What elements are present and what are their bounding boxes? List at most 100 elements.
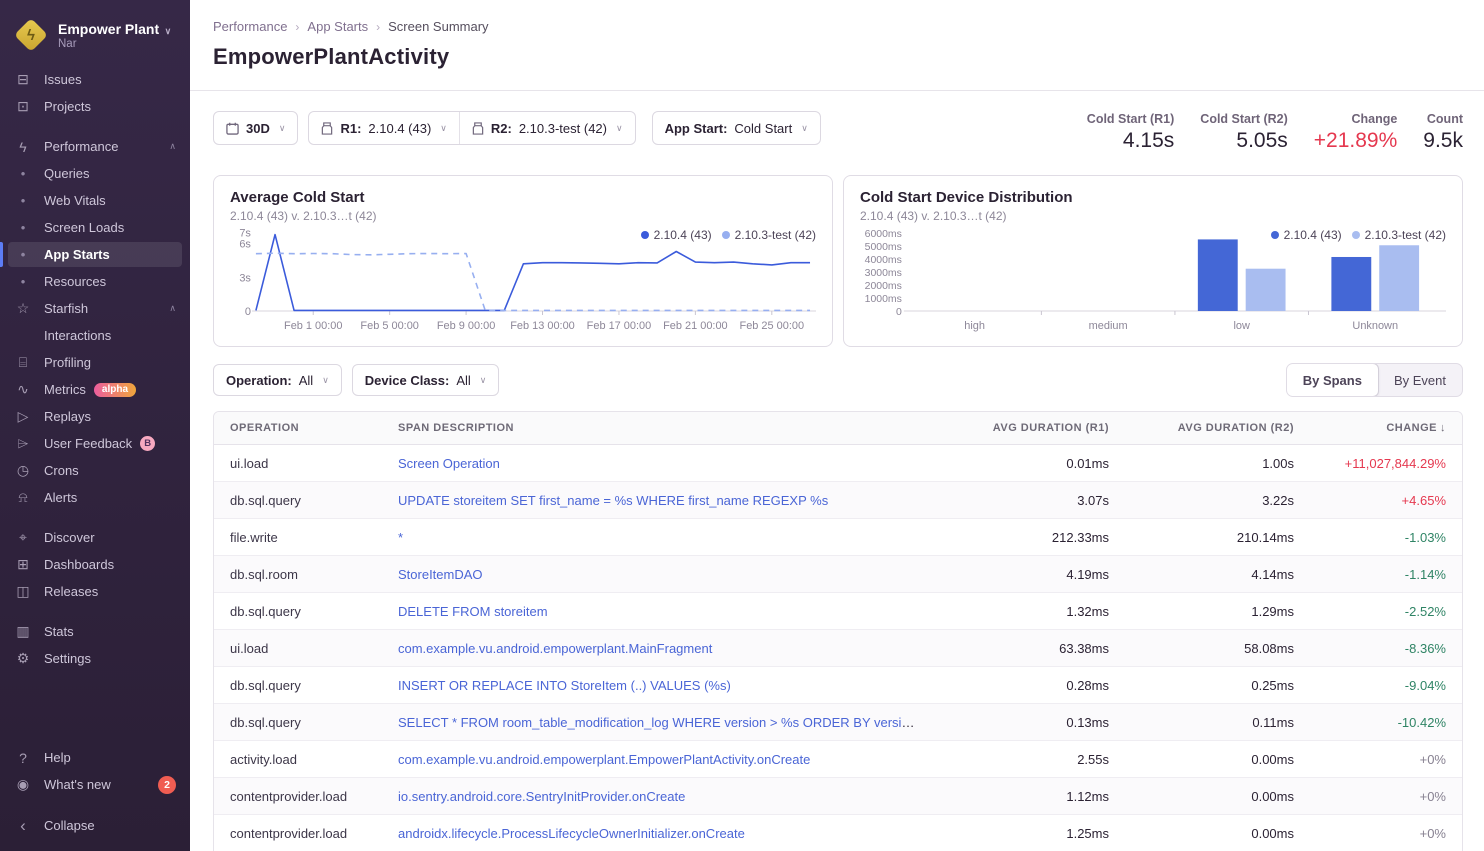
svg-text:low: low [1233, 320, 1250, 332]
table-row: ui.load com.example.vu.android.empowerpla… [214, 629, 1462, 666]
app-start-type-button[interactable]: App Start:Cold Start∨ [652, 111, 821, 145]
legend-item-2-10-3-test-42[interactable]: 2.10.3-test (42) [1352, 228, 1446, 242]
sidebar-item-dashboards[interactable]: ⊞Dashboards [0, 551, 190, 578]
avg-duration-r2-cell: 210.14ms [1125, 519, 1310, 555]
sidebar-item-web-vitals[interactable]: •Web Vitals [0, 187, 190, 214]
sidebar-item-starfish[interactable]: ☆Starfish∧ [0, 295, 190, 322]
svg-text:4000ms: 4000ms [865, 255, 902, 266]
span-description-link[interactable]: SELECT * FROM room_table_modification_lo… [398, 715, 935, 730]
chevron-down-icon: ∨ [480, 375, 487, 386]
span-description-link[interactable]: io.sentry.android.core.SentryInitProvide… [398, 789, 685, 804]
date-range-button[interactable]: 30D∨ [213, 111, 298, 145]
sidebar-item-discover[interactable]: ⌖Discover [0, 524, 190, 551]
org-name: Empower Plant ∨ [58, 21, 171, 37]
chevron-down-icon: ∨ [801, 123, 808, 134]
sidebar-item-queries[interactable]: •Queries [0, 160, 190, 187]
span-filter-row: Operation:All∨ Device Class:All∨ By Span… [213, 363, 1463, 397]
legend-item-2-10-3-test-42[interactable]: 2.10.3-test (42) [722, 228, 816, 242]
crons-icon: ◷ [14, 462, 32, 479]
svg-text:5000ms: 5000ms [865, 242, 902, 253]
column-header-change[interactable]: CHANGE↓ [1310, 412, 1462, 444]
span-description-link[interactable]: Screen Operation [398, 456, 500, 471]
sidebar-item-interactions[interactable]: Interactions [0, 322, 190, 349]
sidebar-item-label: Issues [44, 72, 82, 87]
span-description-link[interactable]: DELETE FROM storeitem [398, 604, 548, 619]
svg-text:Feb 9 00:00: Feb 9 00:00 [437, 320, 495, 332]
span-description-link[interactable]: com.example.vu.android.empowerplant.Empo… [398, 752, 810, 767]
device-class-filter-button[interactable]: Device Class:All∨ [352, 364, 500, 396]
avg-duration-r2-cell: 1.00s [1125, 445, 1310, 481]
svg-text:Feb 1 00:00: Feb 1 00:00 [284, 320, 342, 332]
sidebar-item-crons[interactable]: ◷Crons [0, 457, 190, 484]
content: 30D∨ R1:2.10.4 (43)∨ R2:2.10.3- [190, 91, 1484, 851]
sidebar-item-metrics[interactable]: ∿Metricsalpha [0, 376, 190, 403]
span-description-cell: com.example.vu.android.empowerplant.Main… [382, 630, 935, 666]
org-switcher[interactable]: ϟ Empower Plant ∨ Nar [0, 10, 190, 66]
sidebar-item-settings[interactable]: ⚙Settings [0, 645, 190, 672]
release-r1-button[interactable]: R1:2.10.4 (43)∨ [309, 112, 458, 144]
sidebar-item-screen-loads[interactable]: •Screen Loads [0, 214, 190, 241]
tab-by-event[interactable]: By Event [1378, 364, 1462, 396]
chevron-up-icon: ∧ [169, 303, 176, 314]
operation-filter-button[interactable]: Operation:All∨ [213, 364, 342, 396]
avg-cold-start-chart-card: Average Cold Start 2.10.4 (43) v. 2.10.3… [213, 175, 833, 347]
sidebar-item-issues[interactable]: ⊟ Issues [0, 66, 190, 93]
sidebar-item-label: Screen Loads [44, 220, 124, 235]
legend-item-2-10-4-43[interactable]: 2.10.4 (43) [641, 228, 712, 242]
svg-text:0: 0 [245, 306, 251, 318]
breadcrumb-app-starts[interactable]: App Starts [307, 19, 368, 34]
sidebar-item-app-starts[interactable]: •App Starts [0, 241, 190, 268]
sidebar-item-releases[interactable]: ◫Releases [0, 578, 190, 605]
profiling-icon: ⌸ [14, 354, 32, 371]
stat-value: 5.05s [1200, 129, 1288, 153]
span-description-link[interactable]: androidx.lifecycle.ProcessLifecycleOwner… [398, 826, 745, 841]
breadcrumb-performance[interactable]: Performance [213, 19, 287, 34]
sidebar-item-alerts[interactable]: ⍾Alerts [0, 484, 190, 511]
release-r2-button[interactable]: R2:2.10.3-test (42)∨ [460, 112, 635, 144]
sidebar-item-collapse[interactable]: ‹Collapse [0, 812, 190, 839]
sidebar-item-resources[interactable]: •Resources [0, 268, 190, 295]
avg-duration-r2-cell: 0.00ms [1125, 778, 1310, 814]
column-header-span-description[interactable]: SPAN DESCRIPTION [382, 412, 935, 444]
sidebar-item-profiling[interactable]: ⌸ Profiling [0, 349, 190, 376]
span-description-link[interactable]: UPDATE storeitem SET first_name = %s WHE… [398, 493, 828, 508]
span-description-link[interactable]: StoreItemDAO [398, 567, 483, 582]
column-header-avg-duration-r2[interactable]: AVG DURATION (R2) [1125, 412, 1310, 444]
sidebar-item-user-feedback[interactable]: ⌲User FeedbackB [0, 430, 190, 457]
tab-by-spans[interactable]: By Spans [1286, 363, 1379, 397]
sidebar-item-label: Projects [44, 99, 91, 114]
sidebar-item-label: Collapse [44, 818, 95, 833]
span-description-link[interactable]: * [398, 530, 403, 545]
chart-subtitle: 2.10.4 (43) v. 2.10.3…t (42) [230, 209, 816, 223]
sidebar-item-help[interactable]: ?Help [0, 744, 190, 771]
spans-table: OPERATIONSPAN DESCRIPTIONAVG DURATION (R… [213, 411, 1463, 851]
sidebar-item-performance[interactable]: ϟPerformance∧ [0, 133, 190, 160]
legend-item-2-10-4-43[interactable]: 2.10.4 (43) [1271, 228, 1342, 242]
sidebar-item-label: Profiling [44, 355, 91, 370]
sidebar-item-replays[interactable]: ▷Replays [0, 403, 190, 430]
span-description-cell: com.example.vu.android.empowerplant.Empo… [382, 741, 935, 777]
sidebar-item-stats[interactable]: ▥Stats [0, 618, 190, 645]
operation-cell: ui.load [214, 630, 382, 666]
column-header-avg-duration-r1[interactable]: AVG DURATION (R1) [935, 412, 1125, 444]
release-icon [321, 122, 333, 135]
span-description-link[interactable]: com.example.vu.android.empowerplant.Main… [398, 641, 712, 656]
table-row: ui.loadScreen Operation0.01ms1.00s+11,02… [214, 445, 1462, 481]
change-cell: -2.52% [1310, 593, 1462, 629]
summary-stats: Cold Start (R1)4.15sCold Start (R2)5.05s… [1087, 111, 1463, 153]
span-description-cell: INSERT OR REPLACE INTO StoreItem (..) VA… [382, 667, 935, 703]
sidebar-item-what-s-new[interactable]: ◉What's new2 [0, 771, 190, 798]
svg-text:high: high [964, 320, 985, 332]
issues-icon: ⊟ [14, 71, 32, 88]
span-description-link[interactable]: INSERT OR REPLACE INTO StoreItem (..) VA… [398, 678, 731, 693]
chart-legend: 2.10.4 (43) 2.10.3-test (42) [641, 228, 816, 242]
sidebar-item-projects[interactable]: ⊡Projects [0, 93, 190, 120]
svg-text:Feb 17 00:00: Feb 17 00:00 [587, 320, 652, 332]
column-header-operation[interactable]: OPERATION [214, 412, 382, 444]
avg-duration-r2-cell: 0.25ms [1125, 667, 1310, 703]
help-icon: ? [14, 750, 32, 766]
table-row: file.write*212.33ms210.14ms-1.03% [214, 518, 1462, 555]
operation-cell: contentprovider.load [214, 815, 382, 851]
sort-descending-icon: ↓ [1440, 422, 1446, 434]
alpha-badge: alpha [94, 383, 136, 397]
